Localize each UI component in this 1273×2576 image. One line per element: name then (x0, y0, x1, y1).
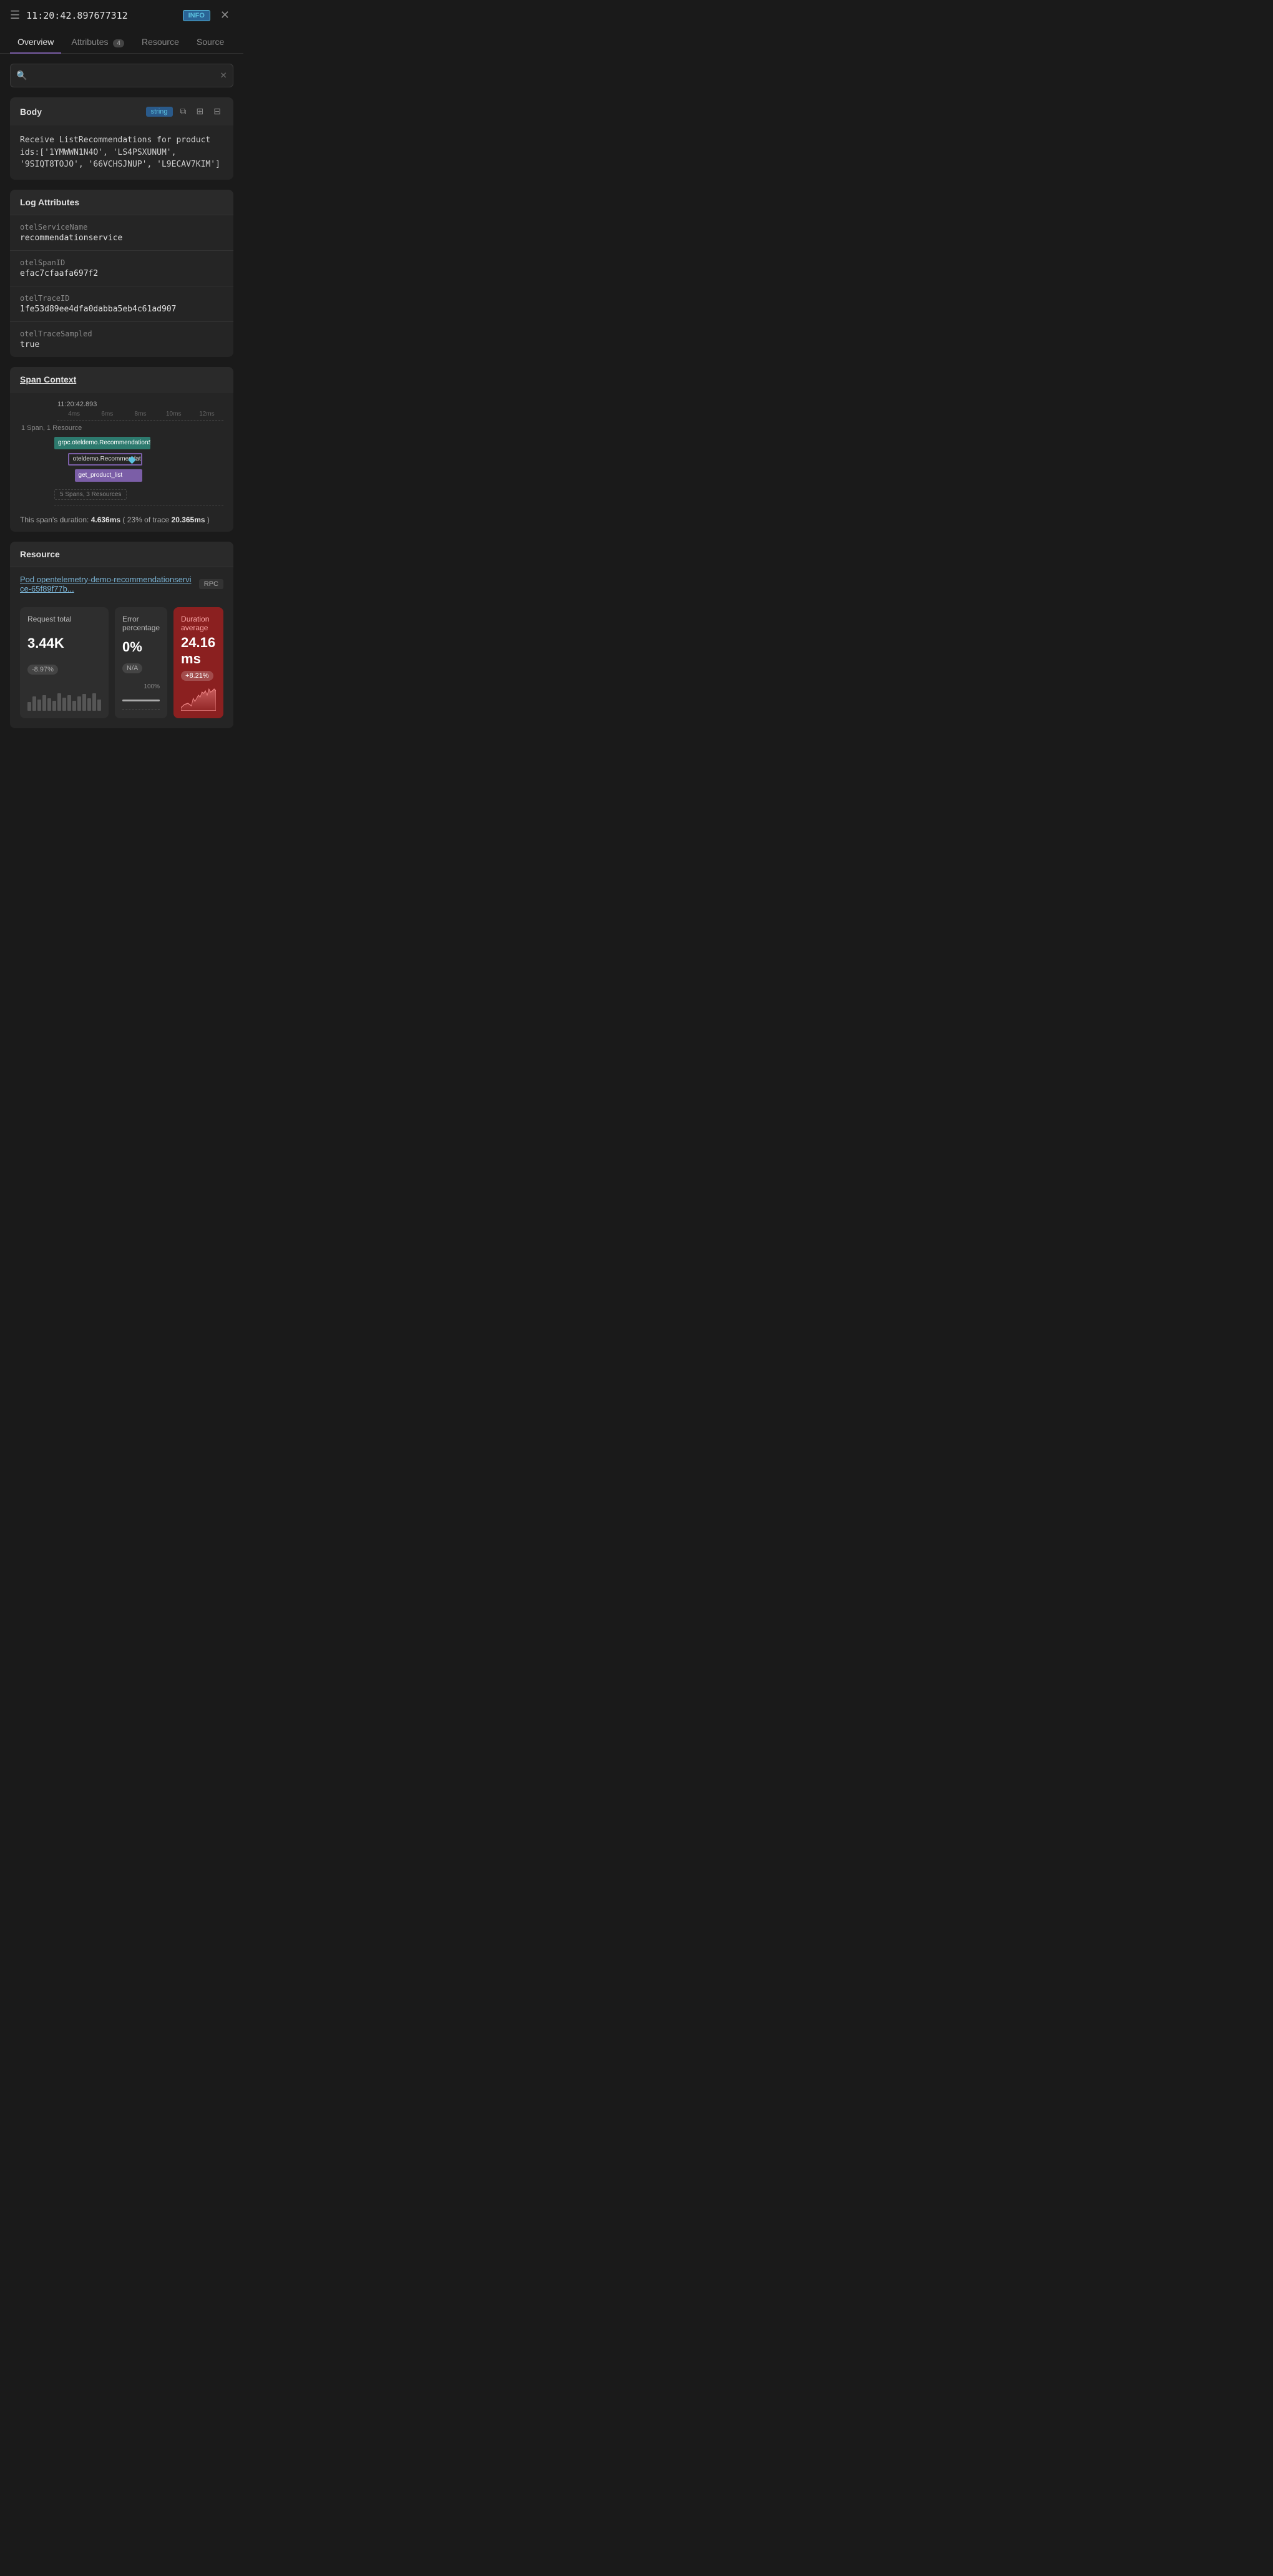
metric-delta-1: N/A (122, 663, 142, 673)
attr-oteltracesample: otelTraceSampled true (10, 321, 233, 357)
bar-10 (72, 701, 76, 711)
span-context-section: Span Context 11:20:42.893 4ms 6ms 8ms 10… (10, 367, 233, 532)
bar-9 (67, 695, 71, 711)
bar-2 (32, 696, 36, 711)
progress-bar (122, 700, 160, 701)
attr-key-2: otelTraceID (20, 294, 223, 303)
tab-overview[interactable]: Overview (10, 31, 61, 53)
filter-remove-icon[interactable]: ⊟ (211, 105, 223, 118)
attr-value-2: 1fe53d89ee4dfa0dabba5eb4c61ad907 (20, 305, 223, 314)
metric-value-0: 3.44K (27, 635, 101, 651)
span-bar-get-product[interactable]: get_product_list (75, 469, 142, 482)
body-title: Body (20, 107, 42, 117)
tab-bar: Overview Attributes 4 Resource Source (0, 31, 243, 54)
body-text: Receive ListRecommendations for product … (10, 125, 233, 180)
metric-pct-label: 100% (122, 683, 160, 690)
metric-duration-average: Duration average 24.16 ms +8.21% (173, 607, 223, 718)
bar-7 (57, 693, 61, 711)
progress-fill (122, 700, 160, 701)
attributes-badge: 4 (113, 39, 124, 47)
span-context-header: Span Context (10, 367, 233, 393)
search-container: 🔍 ✕ (10, 64, 233, 87)
span-duration: This span's duration: 4.636ms ( 23% of t… (20, 510, 223, 524)
attr-key-1: otelSpanID (20, 258, 223, 267)
bar-11 (77, 696, 81, 711)
bar-13 (87, 698, 91, 710)
metric-title-2: Duration average (181, 615, 216, 632)
axis-label-1: 6ms (90, 411, 124, 417)
tab-resource[interactable]: Resource (134, 31, 187, 53)
resource-pod-link[interactable]: Pod opentelemetry-demo-recommendationser… (20, 575, 194, 593)
close-button[interactable]: ✕ (217, 7, 233, 23)
span-bar-grpc[interactable]: grpc.oteldemo.RecommendationServic (54, 437, 150, 449)
level-badge: INFO (183, 10, 210, 21)
type-badge: string (146, 107, 173, 117)
attr-key-0: otelServiceName (20, 223, 223, 232)
span-time-label: 11:20:42.893 (20, 401, 223, 408)
metric-request-total: Request total 3.44K -8.97% (20, 607, 109, 718)
metrics-row: Request total 3.44K -8.97% (10, 601, 233, 728)
body-section: Body string ⧉ ⊞ ⊟ Receive ListRecommenda… (10, 97, 233, 180)
search-input[interactable] (10, 64, 233, 87)
span-sub-info: 5 Spans, 3 Resources (54, 489, 127, 500)
bar-6 (52, 701, 56, 711)
attr-oteltraceid: otelTraceID 1fe53d89ee4dfa0dabba5eb4c61a… (10, 286, 233, 321)
axis-label-0: 4ms (57, 411, 90, 417)
resource-section: Resource Pod opentelemetry-demo-recommen… (10, 542, 233, 728)
metric-delta-2: +8.21% (181, 671, 213, 681)
bar-3 (37, 700, 41, 711)
metric-title-0: Request total (27, 615, 101, 623)
bar-4 (42, 695, 46, 711)
span-resource-info: 1 Span, 1 Resource (20, 424, 223, 432)
bar-1 (27, 702, 31, 711)
attr-value-0: recommendationservice (20, 233, 223, 243)
metric-title-1: Error percentage (122, 615, 160, 632)
body-actions: string ⧉ ⊞ ⊟ (146, 105, 223, 118)
resource-title: Resource (10, 542, 233, 567)
mini-bar-chart (27, 689, 101, 711)
bar-15 (97, 700, 101, 711)
span-context-content: 11:20:42.893 4ms 6ms 8ms 10ms 12ms 1 Spa… (10, 393, 233, 532)
axis-label-4: 12ms (190, 411, 223, 417)
bar-5 (47, 698, 51, 710)
log-attributes-title: Log Attributes (10, 190, 233, 215)
attr-otelservicename: otelServiceName recommendationservice (10, 215, 233, 250)
tab-attributes[interactable]: Attributes 4 (64, 31, 132, 53)
area-svg (181, 686, 216, 711)
header: ☰ 11:20:42.897677312 INFO ✕ (0, 0, 243, 31)
axis-label-2: 8ms (124, 411, 157, 417)
metric-value-1: 0% (122, 639, 160, 655)
attr-value-3: true (20, 340, 223, 349)
body-section-header: Body string ⧉ ⊞ ⊟ (10, 97, 233, 125)
metric-error-percentage: Error percentage 0% N/A 100% (115, 607, 167, 718)
attr-key-3: otelTraceSampled (20, 329, 223, 338)
mini-area-chart (181, 686, 216, 711)
bar-14 (92, 693, 96, 711)
tab-source[interactable]: Source (189, 31, 232, 53)
log-attributes-section: Log Attributes otelServiceName recommend… (10, 190, 233, 357)
span-context-title[interactable]: Span Context (20, 374, 76, 384)
metric-delta-0: -8.97% (27, 665, 58, 675)
search-icon: 🔍 (16, 71, 27, 81)
attr-value-1: efac7cfaafa697f2 (20, 269, 223, 278)
attr-otelspanid: otelSpanID efac7cfaafa697f2 (10, 250, 233, 286)
clear-search-button[interactable]: ✕ (220, 71, 227, 81)
timestamp: 11:20:42.897677312 (26, 10, 176, 21)
bar-12 (82, 694, 86, 710)
copy-icon[interactable]: ⧉ (178, 105, 189, 118)
menu-icon[interactable]: ☰ (10, 9, 20, 22)
rpc-badge: RPC (199, 579, 223, 589)
axis-label-3: 10ms (157, 411, 190, 417)
bar-8 (62, 698, 66, 711)
metric-value-2: 24.16 ms (181, 635, 216, 667)
resource-link-row: Pod opentelemetry-demo-recommendationser… (10, 567, 233, 601)
filter-add-icon[interactable]: ⊞ (194, 105, 207, 118)
